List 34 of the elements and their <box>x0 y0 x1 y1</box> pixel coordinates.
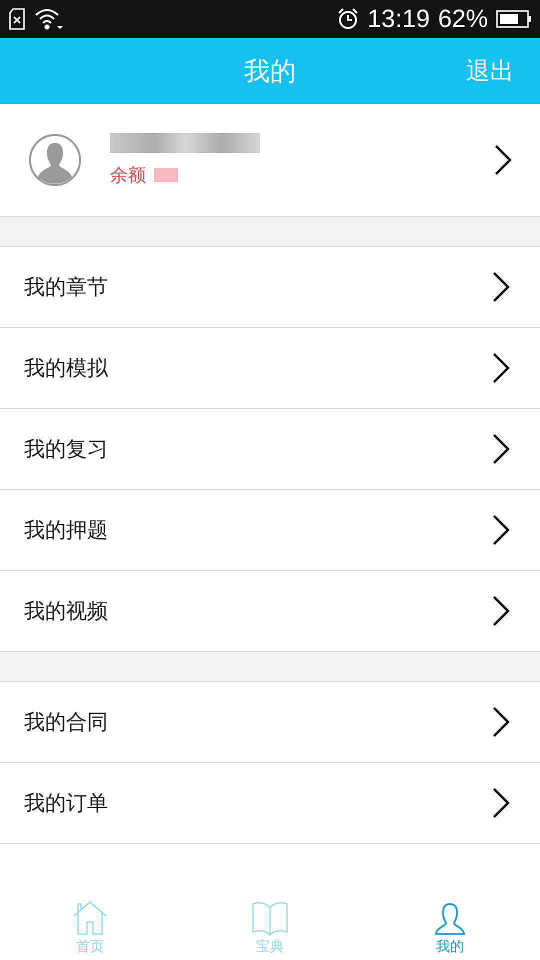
battery-icon <box>496 9 532 29</box>
chevron-right-icon <box>492 514 510 546</box>
menu-item[interactable]: 我的视频 <box>0 571 540 652</box>
menu-item[interactable]: 我的复习 <box>0 409 540 490</box>
menu-item[interactable]: 我的押题 <box>0 490 540 571</box>
menu-label: 我的视频 <box>24 598 108 625</box>
menu-label: 我的章节 <box>24 274 108 301</box>
menu-item[interactable]: 我的模拟 <box>0 328 540 409</box>
sd-card-icon <box>8 8 26 30</box>
chevron-right-icon <box>492 787 510 819</box>
chevron-right-icon <box>492 271 510 303</box>
menu-item[interactable]: 我的合同 <box>0 682 540 763</box>
battery-percent: 62% <box>438 4 488 34</box>
chevron-right-icon <box>492 352 510 384</box>
person-icon <box>434 902 466 936</box>
menu-label: 我的订单 <box>24 790 108 817</box>
page-title: 我的 <box>244 56 296 88</box>
menu-label: 我的合同 <box>24 709 108 736</box>
chevron-right-icon <box>492 595 510 627</box>
balance-label: 余额 <box>110 164 146 187</box>
chevron-right-icon <box>492 433 510 465</box>
alarm-icon <box>337 8 360 30</box>
chevron-right-icon <box>492 706 510 738</box>
wifi-icon <box>34 7 64 31</box>
redacted-balance-block <box>154 168 178 182</box>
menu-item[interactable]: 我的章节 <box>0 247 540 328</box>
book-icon <box>251 900 289 936</box>
home-icon <box>72 900 108 936</box>
menu-label: 我的复习 <box>24 436 108 463</box>
clock-time: 13:19 <box>367 4 430 34</box>
menu-label: 我的模拟 <box>24 355 108 382</box>
chevron-right-icon <box>494 144 512 176</box>
menu-label: 我的押题 <box>24 517 108 544</box>
avatar-icon <box>28 133 82 187</box>
